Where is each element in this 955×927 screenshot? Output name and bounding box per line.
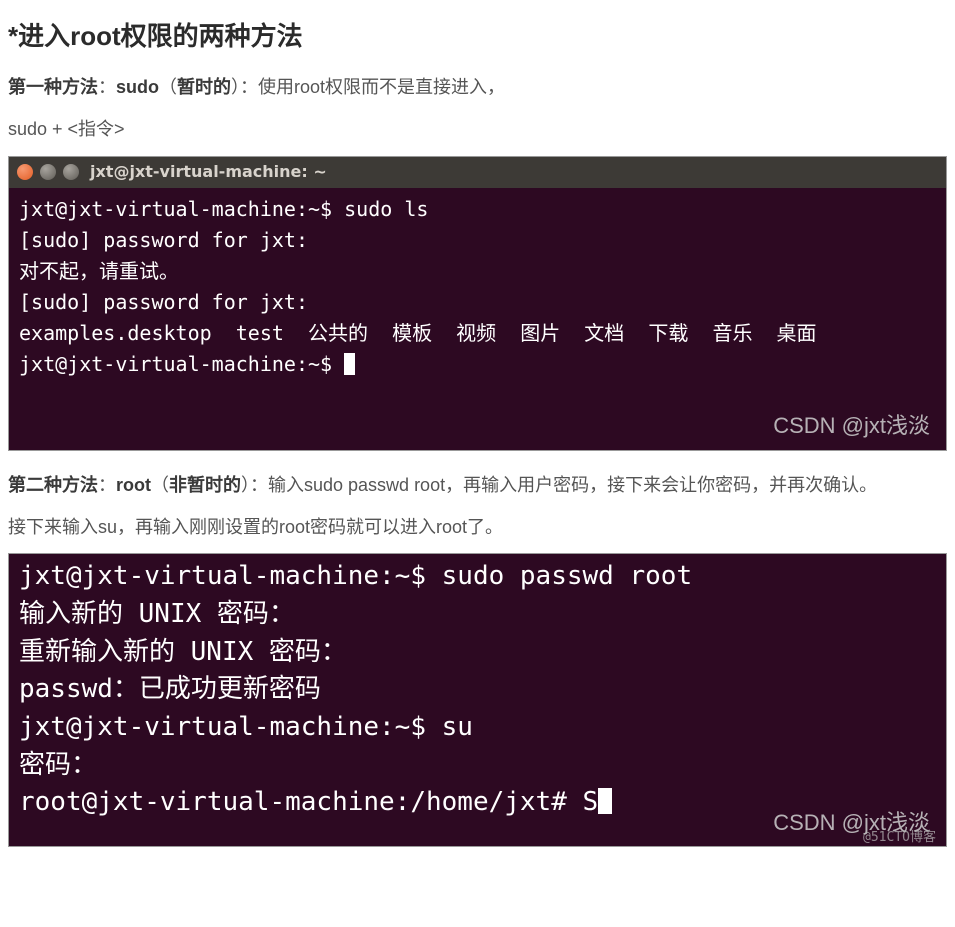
terminal-2-body: jxt@jxt-virtual-machine:~$ sudo passwd r…	[9, 554, 946, 846]
terminal-2-watermark2: @51CTO博客	[863, 828, 936, 848]
terminal-1-watermark: CSDN @jxt浅淡	[773, 409, 930, 443]
method2-intro: 第二种方法：root（非暂时的）：输入sudo passwd root，再输入用…	[8, 469, 947, 501]
method2-tool: root	[116, 475, 151, 495]
method1-label: 第一种方法	[8, 77, 98, 97]
t1-l5: jxt@jxt-virtual-machine:~$	[19, 352, 344, 376]
close-icon[interactable]	[17, 164, 33, 180]
minimize-icon[interactable]	[40, 164, 56, 180]
terminal-1-title: jxt@jxt-virtual-machine: ~	[90, 160, 327, 185]
method1-intro: 第一种方法：sudo（暂时的）：使用root权限而不是直接进入，	[8, 71, 947, 103]
t2-l4: jxt@jxt-virtual-machine:~$ su	[19, 712, 473, 742]
method2-desc: 输入sudo passwd root，再输入用户密码，接下来会让你密码，并再次确…	[268, 475, 877, 495]
terminal-1-titlebar: jxt@jxt-virtual-machine: ~	[9, 157, 946, 188]
t1-l4: examples.desktop test 公共的 模板 视频 图片 文档 下载…	[19, 321, 817, 345]
t1-l1: [sudo] password for jxt:	[19, 228, 308, 252]
method1-desc: 使用root权限而不是直接进入，	[258, 77, 505, 97]
t2-l6: root@jxt-virtual-machine:/home/jxt# S	[19, 787, 598, 817]
t2-l1: 输入新的 UNIX 密码：	[19, 599, 295, 629]
method2-step2: 接下来输入su，再输入刚刚设置的root密码就可以进入root了。	[8, 511, 947, 543]
t2-l3: passwd：已成功更新密码	[19, 674, 321, 704]
t1-l3: [sudo] password for jxt:	[19, 290, 308, 314]
t2-l2: 重新输入新的 UNIX 密码：	[19, 637, 347, 667]
maximize-icon[interactable]	[63, 164, 79, 180]
method1-tool: sudo	[116, 77, 159, 97]
cursor-icon	[598, 788, 612, 814]
method1-note: 暂时的	[177, 77, 231, 97]
method1-usage: sudo + <指令>	[8, 113, 947, 145]
t1-l2: 对不起，请重试。	[19, 259, 179, 283]
t2-l5: 密码：	[19, 750, 97, 780]
page-title: *进入root权限的两种方法	[8, 16, 947, 53]
t1-l0: jxt@jxt-virtual-machine:~$ sudo ls	[19, 197, 428, 221]
method2-note: 非暂时的	[169, 475, 241, 495]
cursor-icon	[344, 353, 355, 375]
t2-l0: jxt@jxt-virtual-machine:~$ sudo passwd r…	[19, 561, 692, 591]
terminal-2: jxt@jxt-virtual-machine:~$ sudo passwd r…	[8, 553, 947, 847]
method2-label: 第二种方法	[8, 475, 98, 495]
terminal-1: jxt@jxt-virtual-machine: ~ jxt@jxt-virtu…	[8, 156, 947, 451]
